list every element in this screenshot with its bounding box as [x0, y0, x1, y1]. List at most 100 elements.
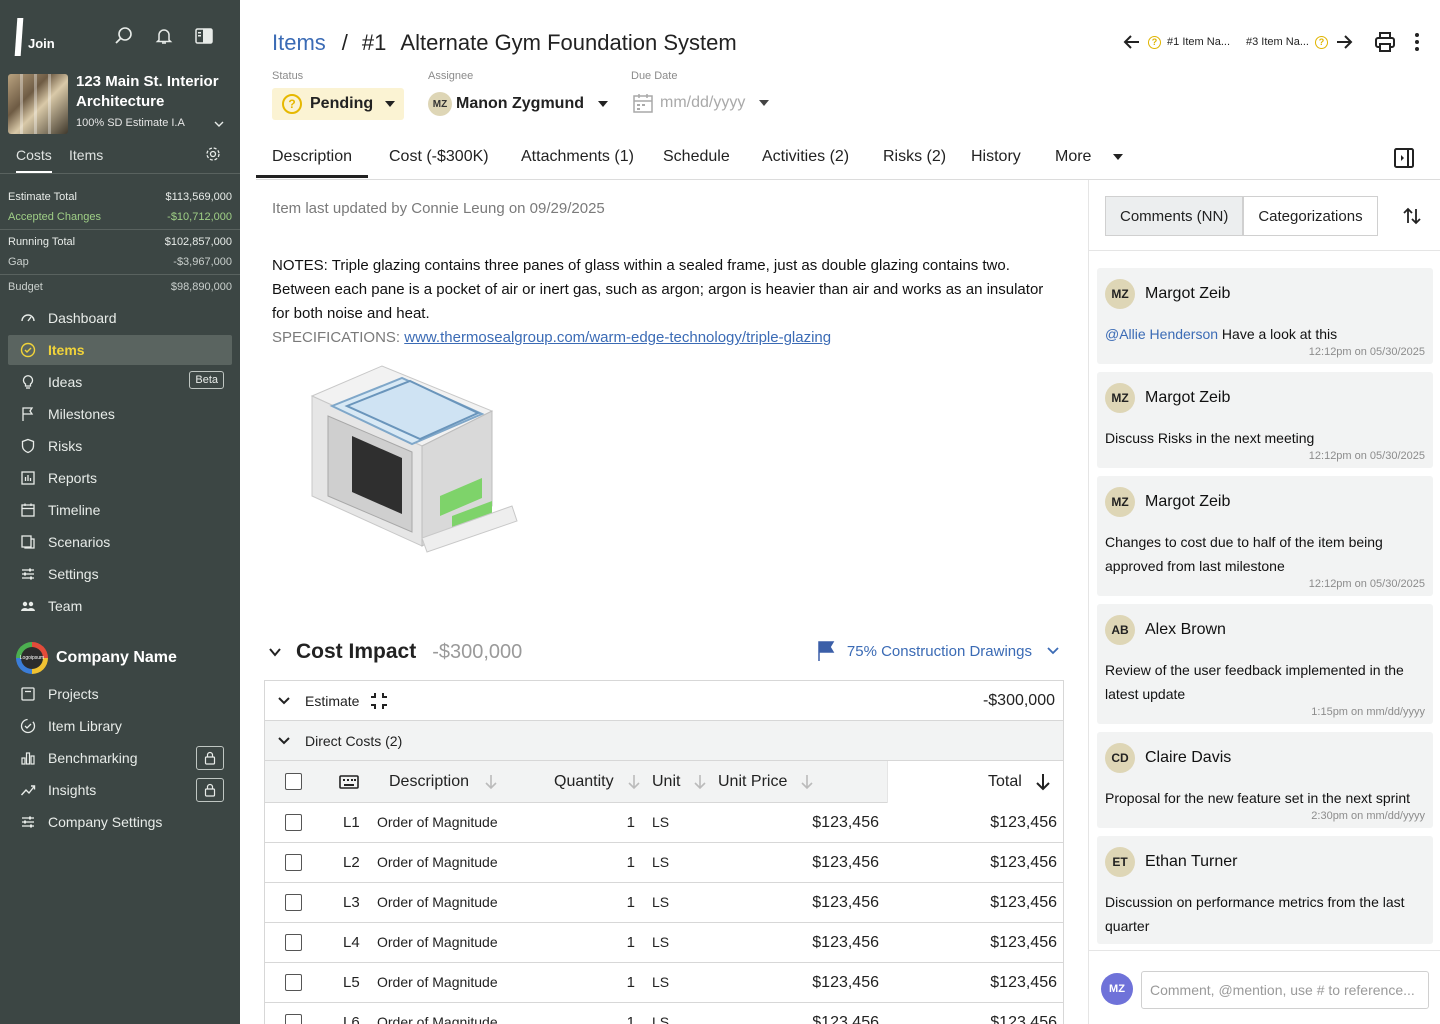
more-vertical-icon[interactable] [1414, 32, 1420, 52]
chevron-down-icon[interactable] [268, 645, 282, 659]
select-all-checkbox[interactable] [285, 773, 302, 790]
tab-cost[interactable]: Cost (-$300K) [389, 148, 489, 166]
prev-item-link[interactable]: #1 Item Na... [1167, 36, 1230, 48]
line-quantity[interactable]: 1 [627, 934, 635, 951]
sidebar-item-settings[interactable]: Settings [8, 559, 232, 589]
table-row[interactable]: L2 Order of Magnitude 1 LS $123,456 $123,456 [265, 843, 1063, 883]
next-item-link[interactable]: #3 Item Na... [1246, 36, 1309, 48]
col-description[interactable]: Description [389, 773, 499, 791]
line-unit-price[interactable]: $123,456 [812, 854, 879, 872]
sidebar-item-risks[interactable]: Risks [8, 431, 232, 461]
collapse-icon[interactable] [369, 691, 389, 711]
gear-icon[interactable] [205, 146, 221, 162]
row-checkbox[interactable] [285, 894, 302, 911]
collapse-sidebar-icon[interactable] [194, 26, 214, 46]
breadcrumb-items-link[interactable]: Items [272, 30, 326, 55]
join-logo[interactable]: Join [14, 16, 64, 56]
tab-items[interactable]: Items [69, 147, 103, 163]
chevron-down-icon[interactable] [277, 734, 291, 748]
tab-description[interactable]: Description [256, 148, 369, 178]
estimate-name[interactable]: 100% SD Estimate I.A [76, 117, 185, 129]
line-unit-price[interactable]: $123,456 [812, 814, 879, 832]
line-description[interactable]: Order of Magnitude [377, 1014, 498, 1024]
col-unit-price[interactable]: Unit Price [718, 773, 815, 791]
chevron-down-icon[interactable] [212, 117, 226, 131]
line-description[interactable]: Order of Magnitude [377, 814, 498, 830]
toggle-panel-icon[interactable] [1394, 148, 1414, 168]
line-quantity[interactable]: 1 [627, 894, 635, 911]
sidebar-item-items[interactable]: Items [8, 335, 232, 365]
due-date-field[interactable]: mm/dd/yyyy [632, 92, 770, 114]
tab-comments[interactable]: Comments (NN) [1105, 196, 1244, 236]
line-unit[interactable]: LS [652, 1014, 669, 1024]
arrow-left-icon[interactable] [1122, 32, 1142, 52]
status-dropdown[interactable]: ? Pending [272, 88, 404, 120]
row-checkbox[interactable] [285, 974, 302, 991]
tab-history[interactable]: History [971, 148, 1021, 166]
project-name[interactable]: 123 Main St. Interior Architecture [76, 72, 226, 112]
sidebar-item-item-library[interactable]: Item Library [8, 711, 232, 741]
project-thumbnail[interactable] [8, 74, 68, 134]
sidebar-item-ideas[interactable]: Ideas Beta [8, 367, 232, 397]
line-description[interactable]: Order of Magnitude [377, 894, 498, 910]
line-unit[interactable]: LS [652, 934, 669, 950]
row-checkbox[interactable] [285, 1014, 302, 1024]
col-quantity[interactable]: Quantity [554, 773, 642, 791]
spec-link[interactable]: www.thermosealgroup.com/warm-edge-techno… [404, 329, 831, 346]
line-description[interactable]: Order of Magnitude [377, 854, 498, 870]
search-icon[interactable] [114, 26, 134, 46]
row-checkbox[interactable] [285, 814, 302, 831]
direct-costs-row[interactable]: Direct Costs (2) [265, 721, 1063, 761]
tab-attachments[interactable]: Attachments (1) [521, 148, 634, 166]
sort-icon[interactable] [1402, 206, 1422, 226]
sidebar-item-reports[interactable]: Reports [8, 463, 232, 493]
mention-link[interactable]: @Allie Henderson [1105, 326, 1218, 342]
col-unit[interactable]: Unit [652, 773, 708, 791]
sidebar-item-scenarios[interactable]: Scenarios [8, 527, 232, 557]
company-header[interactable]: Logoipsum Company Name [16, 642, 177, 674]
sidebar-item-company-settings[interactable]: Company Settings [8, 807, 232, 837]
sidebar-item-dashboard[interactable]: Dashboard [8, 303, 232, 333]
line-quantity[interactable]: 1 [627, 1014, 635, 1024]
chevron-down-icon[interactable] [277, 694, 291, 708]
line-unit-price[interactable]: $123,456 [812, 1014, 879, 1024]
tab-schedule[interactable]: Schedule [663, 148, 730, 166]
line-unit-price[interactable]: $123,456 [812, 894, 879, 912]
line-unit-price[interactable]: $123,456 [812, 974, 879, 992]
print-icon[interactable] [1374, 31, 1396, 53]
sidebar-item-benchmarking[interactable]: Benchmarking [8, 743, 232, 773]
sidebar-item-timeline[interactable]: Timeline [8, 495, 232, 525]
table-row[interactable]: L6 Order of Magnitude 1 LS $123,456 $123,456 [265, 1003, 1063, 1024]
line-unit[interactable]: LS [652, 894, 669, 910]
tab-categorizations[interactable]: Categorizations [1243, 196, 1378, 236]
col-total[interactable]: Total [988, 773, 1052, 791]
line-quantity[interactable]: 1 [627, 974, 635, 991]
tab-costs[interactable]: Costs [16, 147, 52, 173]
sidebar-item-milestones[interactable]: Milestones [8, 399, 232, 429]
estimate-row[interactable]: Estimate -$300,000 [265, 681, 1063, 721]
row-checkbox[interactable] [285, 854, 302, 871]
bell-icon[interactable] [154, 26, 174, 46]
line-quantity[interactable]: 1 [627, 854, 635, 871]
table-row[interactable]: L1 Order of Magnitude 1 LS $123,456 $123,456 [265, 803, 1063, 843]
table-row[interactable]: L4 Order of Magnitude 1 LS $123,456 $123,456 [265, 923, 1063, 963]
sidebar-item-team[interactable]: Team [8, 591, 232, 621]
table-row[interactable]: L3 Order of Magnitude 1 LS $123,456 $123,456 [265, 883, 1063, 923]
row-checkbox[interactable] [285, 934, 302, 951]
keyboard-icon[interactable] [339, 775, 359, 789]
milestone-selector[interactable]: 75% Construction Drawings [815, 640, 1064, 662]
table-row[interactable]: L5 Order of Magnitude 1 LS $123,456 $123,456 [265, 963, 1063, 1003]
line-description[interactable]: Order of Magnitude [377, 934, 498, 950]
arrow-right-icon[interactable] [1334, 32, 1354, 52]
line-unit[interactable]: LS [652, 814, 669, 830]
line-quantity[interactable]: 1 [627, 814, 635, 831]
sidebar-item-projects[interactable]: Projects [8, 679, 232, 709]
sidebar-item-insights[interactable]: Insights [8, 775, 232, 805]
tab-more[interactable]: More [1055, 148, 1124, 166]
tab-activities[interactable]: Activities (2) [762, 148, 849, 166]
assignee-dropdown[interactable]: MZ Manon Zygmund [428, 92, 608, 116]
tab-risks[interactable]: Risks (2) [883, 148, 946, 166]
line-unit-price[interactable]: $123,456 [812, 934, 879, 952]
line-unit[interactable]: LS [652, 854, 669, 870]
line-description[interactable]: Order of Magnitude [377, 974, 498, 990]
